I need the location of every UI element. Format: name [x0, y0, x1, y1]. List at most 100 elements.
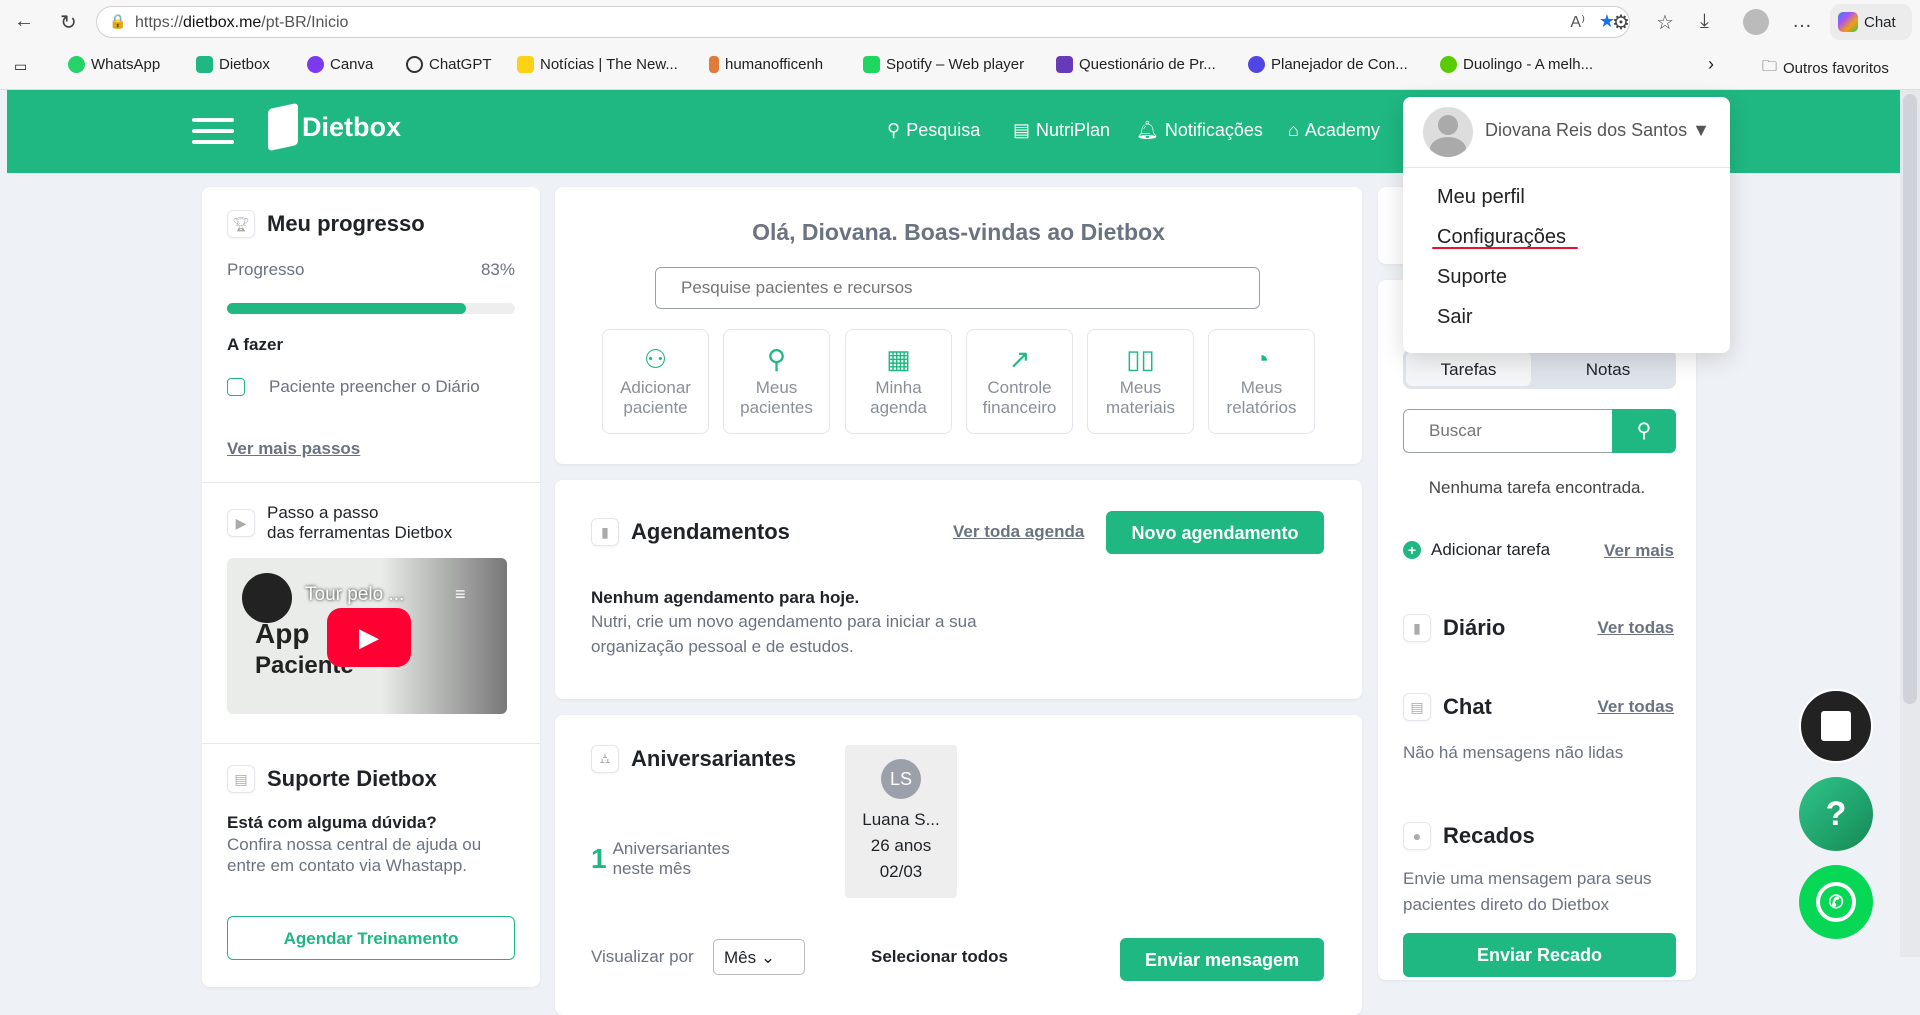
- tab-tasks[interactable]: Tarefas: [1406, 352, 1531, 386]
- user-plus-icon: ⚇: [643, 344, 668, 374]
- bookmark-humanoffice[interactable]: humanofficenh: [709, 56, 823, 73]
- calendar-icon: ▦: [886, 344, 911, 374]
- whatsapp-button[interactable]: ✆: [1799, 865, 1873, 939]
- tab-actions-icon[interactable]: ▭: [14, 58, 27, 75]
- bookmark-duolingo[interactable]: Duolingo - A melh...: [1440, 56, 1593, 73]
- menu-item-profile[interactable]: Meu perfil: [1437, 186, 1525, 209]
- chevron-down-icon: ⌄: [760, 948, 776, 967]
- url-path: /pt-BR/Inicio: [261, 14, 349, 31]
- more-icon[interactable]: …: [1792, 10, 1812, 33]
- see-more-tasks-link[interactable]: Ver mais: [1604, 541, 1674, 561]
- bookmark-news[interactable]: Notícias | The New...: [517, 56, 678, 73]
- view-by-select[interactable]: Mês ⌄: [713, 939, 805, 975]
- menu-item-settings[interactable]: Configurações: [1437, 226, 1566, 249]
- send-note-button[interactable]: Enviar Recado: [1403, 933, 1676, 977]
- tasks-tabs: Tarefas Notas: [1403, 349, 1676, 389]
- hamburger-menu-icon[interactable]: [192, 118, 234, 144]
- youtube-play-icon[interactable]: ▶: [327, 608, 411, 667]
- chevron-right-icon[interactable]: ›: [1708, 54, 1714, 75]
- notes-text: pacientes direto do Dietbox: [1403, 895, 1610, 914]
- bookmark-planejador[interactable]: Planejador de Con...: [1248, 56, 1408, 73]
- progress-bar: [227, 303, 515, 314]
- chat-title: Chat: [1443, 694, 1492, 719]
- more-steps-link[interactable]: Ver mais passos: [227, 439, 360, 459]
- bookmark-canva[interactable]: Canva: [307, 56, 373, 73]
- dietbox-assistant-button[interactable]: [1799, 689, 1873, 763]
- copilot-chat-button[interactable]: Chat: [1830, 4, 1912, 40]
- address-bar[interactable]: 🔒 https://dietbox.me/pt-BR/Inicio A⁾ ★: [96, 6, 1630, 38]
- nav-notificacoes[interactable]: 🔔︎ Notificações: [1136, 120, 1263, 141]
- menu-item-support[interactable]: Suporte: [1437, 266, 1507, 289]
- nav-nutriplan[interactable]: ▤ NutriPlan: [1013, 120, 1110, 141]
- bookmark-label: Canva: [330, 56, 374, 73]
- favorites-icon[interactable]: ☆: [1656, 10, 1674, 35]
- empty-text: organização pessoal e de estudos.: [591, 637, 854, 656]
- bookmark-spotify[interactable]: Spotify – Web player: [863, 56, 1024, 73]
- view-agenda-link[interactable]: Ver toda agenda: [953, 522, 1084, 542]
- bookmark-label: Planejador de Con...: [1271, 56, 1408, 73]
- checkbox[interactable]: [227, 378, 245, 396]
- reload-icon[interactable]: ↻: [60, 10, 77, 35]
- bell-icon: 🔔︎: [1136, 120, 1159, 140]
- whatsapp-icon: [68, 56, 85, 73]
- diary-see-all-link[interactable]: Ver todas: [1597, 618, 1674, 638]
- tile-label: Meus: [755, 378, 798, 397]
- search-icon: ⚲: [887, 120, 901, 140]
- back-icon[interactable]: ←: [14, 10, 34, 33]
- new-appointment-button[interactable]: Novo agendamento: [1106, 511, 1324, 554]
- tutorial-video[interactable]: Tour pelo ... ≡ App Paciente ▶: [227, 558, 507, 714]
- bookmark-label: Spotify – Web player: [886, 56, 1025, 73]
- bookmark-questionario[interactable]: Questionário de Pr...: [1056, 56, 1216, 73]
- help-button[interactable]: ?: [1799, 777, 1873, 851]
- nav-pesquisa[interactable]: ⚲ Pesquisa: [887, 120, 980, 141]
- download-icon[interactable]: ⤓: [1700, 10, 1709, 33]
- chat-see-all-link[interactable]: Ver todas: [1597, 697, 1674, 717]
- schedule-training-button[interactable]: Agendar Treinamento: [227, 916, 515, 960]
- todo-item[interactable]: Paciente preencher o Diário: [227, 377, 480, 397]
- url-host: dietbox.me: [183, 14, 262, 31]
- user-menu-toggle[interactable]: Diovana Reis dos Santos ▼: [1485, 120, 1710, 141]
- nav-academy[interactable]: ⌂ Academy: [1288, 120, 1380, 141]
- other-favorites[interactable]: 🗀 Outros favoritos: [1762, 56, 1889, 81]
- book-icon: ▮: [591, 518, 619, 546]
- tile-financial[interactable]: ↗ Controle financeiro: [966, 329, 1073, 434]
- tutorial-line1: Passo a passo: [267, 503, 379, 522]
- tile-add-patient[interactable]: ⚇ Adicionar paciente: [602, 329, 709, 434]
- bookmark-label: Notícias | The New...: [540, 56, 678, 73]
- tile-label: pacientes: [740, 398, 813, 417]
- tile-reports[interactable]: ◔ Meus relatórios: [1208, 329, 1315, 434]
- read-aloud-icon[interactable]: A⁾: [1570, 12, 1585, 32]
- canva-icon: [307, 56, 324, 73]
- bookmark-whatsapp[interactable]: WhatsApp: [68, 56, 160, 73]
- extensions-icon[interactable]: ⚙: [1612, 10, 1630, 35]
- bookmark-dietbox[interactable]: Dietbox: [196, 56, 270, 73]
- tile-my-patients[interactable]: ⚲ Meus pacientes: [723, 329, 830, 434]
- play-video-icon: ▶: [227, 509, 255, 537]
- profile-avatar-icon[interactable]: [1743, 9, 1769, 35]
- appointments-card: ▮ Agendamentos Ver toda agenda Novo agend…: [555, 480, 1362, 699]
- tile-label: agenda: [870, 398, 927, 417]
- book-icon: ▯▯: [1126, 344, 1155, 374]
- browser-toolbar: ← ↻ 🔒 https://dietbox.me/pt-BR/Inicio A⁾…: [0, 0, 1920, 90]
- dietbox-logo[interactable]: Dietbox: [268, 102, 401, 152]
- folder-icon: 🗀: [1762, 58, 1778, 75]
- tab-notes[interactable]: Notas: [1543, 352, 1673, 386]
- birthday-person-card[interactable]: LS Luana S... 26 anos 02/03: [845, 745, 957, 898]
- menu-item-logout[interactable]: Sair: [1437, 306, 1473, 329]
- tile-my-agenda[interactable]: ▦ Minha agenda: [845, 329, 952, 434]
- tutorial-line2: das ferramentas Dietbox: [267, 523, 453, 542]
- search-button[interactable]: ⚲: [1612, 409, 1676, 453]
- task-search-input[interactable]: [1403, 409, 1613, 453]
- send-message-button[interactable]: Enviar mensagem: [1120, 938, 1324, 981]
- patient-search-input[interactable]: [655, 267, 1260, 309]
- tile-materials[interactable]: ▯▯ Meus materiais: [1087, 329, 1194, 434]
- scrollbar[interactable]: [1900, 90, 1920, 957]
- select-all[interactable]: Selecionar todos: [871, 947, 1008, 967]
- bookmark-label: Dietbox: [219, 56, 270, 73]
- scrollbar-thumb[interactable]: [1903, 94, 1917, 704]
- avatar: LS: [881, 759, 921, 799]
- tile-label: Meus: [1240, 378, 1283, 397]
- book-icon: ▮: [1403, 614, 1431, 642]
- bookmark-chatgpt[interactable]: ChatGPT: [406, 56, 492, 73]
- add-task-button[interactable]: + Adicionar tarefa: [1403, 540, 1550, 560]
